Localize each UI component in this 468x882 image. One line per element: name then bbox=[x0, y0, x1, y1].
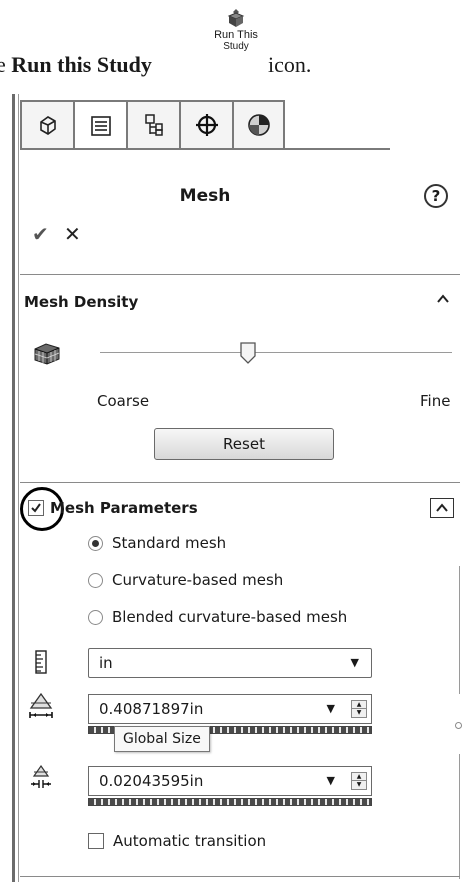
divider bbox=[20, 876, 460, 877]
tolerance-icon bbox=[28, 762, 54, 794]
radio-button[interactable] bbox=[88, 535, 103, 551]
mesh-density-slider-thumb[interactable] bbox=[239, 342, 257, 368]
divider bbox=[20, 482, 460, 483]
tolerance-value: 0.02043595in bbox=[99, 772, 204, 790]
spin-up-icon[interactable]: ▲ bbox=[352, 773, 366, 781]
tab-feature-manager[interactable] bbox=[20, 100, 73, 150]
mesh-parameters-header: Mesh Parameters bbox=[50, 499, 198, 517]
radio-standard-mesh[interactable]: Standard mesh bbox=[88, 534, 226, 552]
mesh-density-header[interactable]: Mesh Density bbox=[24, 293, 138, 311]
instruction-bold: Run this Study bbox=[11, 52, 152, 77]
mesh-property-panel: Mesh ? ✔ ✕ Mesh Density Coarse Fine Rese… bbox=[4, 94, 462, 882]
run-study-icon bbox=[227, 9, 245, 27]
panel-left-border bbox=[12, 94, 15, 882]
tab-property-manager[interactable] bbox=[73, 100, 126, 150]
feature-manager-icon bbox=[39, 116, 56, 135]
radio-button[interactable] bbox=[88, 572, 103, 588]
cancel-button[interactable]: ✕ bbox=[64, 222, 81, 246]
help-icon[interactable]: ? bbox=[424, 184, 448, 208]
reset-button[interactable]: Reset bbox=[154, 428, 334, 460]
unit-value: in bbox=[99, 654, 113, 672]
radio-label: Blended curvature-based mesh bbox=[112, 608, 348, 626]
manager-tabs bbox=[20, 100, 285, 150]
unit-icon bbox=[34, 650, 48, 678]
tab-dimxpert-manager[interactable] bbox=[179, 100, 232, 150]
chevron-up-icon bbox=[436, 503, 448, 512]
radio-curvature-based-mesh[interactable]: Curvature-based mesh bbox=[88, 571, 283, 589]
configuration-manager-icon bbox=[144, 114, 163, 136]
spin-down-icon[interactable]: ▼ bbox=[352, 709, 366, 717]
global-size-value: 0.40871897in bbox=[99, 700, 204, 718]
dimxpert-icon bbox=[195, 114, 218, 136]
collapse-mesh-parameters-button[interactable] bbox=[430, 498, 454, 518]
radio-label: Curvature-based mesh bbox=[112, 571, 284, 589]
chevron-down-icon: ▼ bbox=[350, 656, 359, 669]
tolerance-thumbwheel[interactable] bbox=[88, 798, 372, 806]
fine-label: Fine bbox=[420, 392, 451, 410]
global-size-tooltip: Global Size bbox=[114, 726, 210, 752]
chevron-down-icon[interactable]: ▼ bbox=[327, 767, 335, 795]
collapse-mesh-density-icon[interactable] bbox=[436, 290, 450, 309]
tabs-underline bbox=[20, 148, 390, 150]
unit-select[interactable]: in ▼ bbox=[88, 648, 372, 678]
tolerance-spinner[interactable]: ▲ ▼ bbox=[351, 772, 367, 790]
mesh-density-slider[interactable] bbox=[100, 352, 452, 353]
panel-right-edge bbox=[459, 754, 460, 879]
spin-up-icon[interactable]: ▲ bbox=[352, 701, 366, 709]
tab-display-manager[interactable] bbox=[232, 100, 285, 150]
spin-down-icon[interactable]: ▼ bbox=[352, 781, 366, 789]
radio-blended-curvature-based-mesh[interactable]: Blended curvature-based mesh bbox=[88, 608, 347, 626]
chevron-down-icon[interactable]: ▼ bbox=[327, 695, 335, 723]
automatic-transition-checkbox[interactable] bbox=[88, 833, 104, 849]
splitter-handle[interactable] bbox=[455, 722, 462, 729]
radio-label: Standard mesh bbox=[112, 534, 227, 552]
property-manager-icon bbox=[90, 116, 111, 136]
study-label: Study bbox=[223, 41, 249, 52]
instruction-tail: icon. bbox=[268, 52, 312, 77]
panel-right-edge bbox=[459, 566, 460, 694]
radio-selected-dot bbox=[92, 539, 99, 547]
ok-button[interactable]: ✔ bbox=[32, 222, 49, 246]
coarse-label: Coarse bbox=[97, 392, 150, 410]
global-size-input[interactable]: 0.40871897in ▼ ▲ ▼ bbox=[88, 694, 372, 724]
radio-button[interactable] bbox=[88, 609, 103, 625]
global-size-icon bbox=[28, 692, 54, 724]
automatic-transition-option[interactable]: Automatic transition bbox=[88, 832, 266, 850]
panel-title: Mesh bbox=[179, 186, 231, 206]
run-this-label: Run This bbox=[214, 29, 258, 41]
instruction-lead: e Run this Study bbox=[0, 52, 152, 77]
automatic-transition-label: Automatic transition bbox=[113, 832, 267, 850]
mesh-density-icon bbox=[32, 341, 62, 371]
global-size-spinner[interactable]: ▲ ▼ bbox=[351, 700, 367, 718]
run-this-study-button[interactable]: Run This Study bbox=[206, 6, 266, 68]
tab-configuration-manager[interactable] bbox=[126, 100, 179, 150]
display-manager-icon bbox=[247, 114, 270, 136]
divider bbox=[20, 274, 460, 275]
panel-left-border-inner bbox=[18, 94, 19, 882]
tolerance-input[interactable]: 0.02043595in ▼ ▲ ▼ bbox=[88, 766, 372, 796]
